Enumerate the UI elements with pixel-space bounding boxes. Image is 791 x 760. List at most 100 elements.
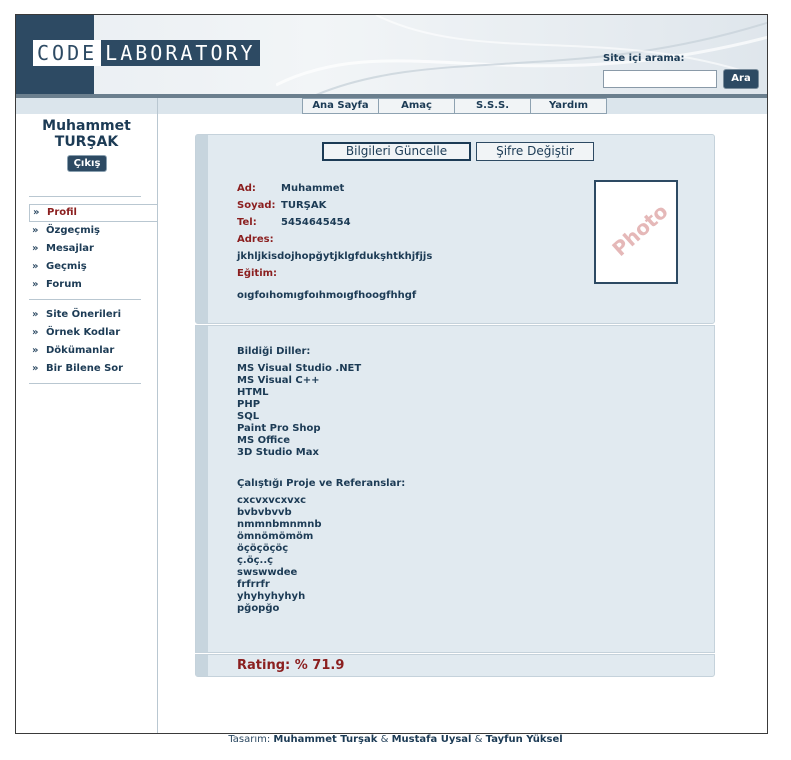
rating-panel: Rating: % 71.9 [195,654,715,677]
chevron-right-icon: » [32,309,39,320]
photo-placeholder-text: Photo [607,199,673,261]
skills-panel: Bildiği Diller: MS Visual Studio .NET MS… [195,325,715,653]
footer-author-2: Mustafa Uysal [391,734,472,745]
profile-photo[interactable]: Photo [594,180,678,284]
sidebar-item-ornek-kodlar[interactable]: » Örnek Kodlar [29,324,157,342]
projects-list: cxcvxvcxvxc bvbvbvvb nmmnbmnmnb ömnömömö… [237,495,321,615]
nav-yardim[interactable]: Yardım [530,98,607,114]
list-item: MS Visual Studio .NET [237,363,362,374]
sidebar-divider [29,383,141,384]
logo-code: CODE [33,40,102,66]
footer-amp-2: & [474,734,483,745]
languages-title: Bildiği Diller: [237,346,311,357]
panel-stripe [196,135,208,323]
adres-value: jkhljkisdojhopğytjklgfdukşhtkhjfjjs [237,251,433,262]
site-header: CODE LABORATORY Site içi arama: Ara [16,15,767,95]
page-frame: CODE LABORATORY Site içi arama: Ara Ana … [15,14,768,734]
sidebar-item-profil[interactable]: » Profil [29,204,157,222]
search-label: Site içi arama: [603,53,685,64]
nav-sss[interactable]: S.S.S. [454,98,531,114]
rating-value: Rating: % 71.9 [237,658,345,673]
projects-title: Çalıştığı Proje ve Referanslar: [237,478,406,489]
chevron-right-icon: » [33,207,40,218]
site-logo[interactable]: CODE LABORATORY [33,40,260,66]
field-adres-label: Adres: [237,230,274,245]
chevron-right-icon: » [32,279,39,290]
adres-label: Adres: [237,234,274,245]
list-item: swswwdee [237,567,298,578]
update-info-button[interactable]: Bilgileri Güncelle [322,142,471,161]
chevron-right-icon: » [32,225,39,236]
sidebar-item-label: Bir Bilene Sor [46,363,124,374]
egitim-label: Eğitim: [237,268,278,279]
nav-amac[interactable]: Amaç [378,98,455,114]
footer-prefix: Tasarım: [228,734,271,745]
sidebar-menu-main: » Profil » Özgeçmiş » Mesajlar » Geçmiş … [29,204,157,294]
nav-ana-sayfa[interactable]: Ana Sayfa [302,98,379,114]
sidebar: Muhammet TURŞAK Çıkış » Profil » Özgeçmi… [16,98,158,733]
list-item: PHP [237,399,261,410]
chevron-right-icon: » [32,243,39,254]
tel-value: 5454645454 [281,217,351,228]
sidebar-item-dokumanlar[interactable]: » Dökümanlar [29,342,157,360]
field-adres-value: jkhljkisdojhopğytjklgfdukşhtkhjfjjs [237,247,433,262]
soyad-value: TURŞAK [281,200,327,211]
sidebar-item-label: Mesajlar [46,243,94,254]
logo-laboratory: LABORATORY [101,40,260,66]
field-tel: Tel: 5454645454 [237,213,351,228]
logout-button[interactable]: Çıkış [67,155,107,172]
panel-stripe [196,326,208,652]
sidebar-divider [29,299,141,300]
sidebar-item-mesajlar[interactable]: » Mesajlar [29,240,157,258]
sidebar-item-forum[interactable]: » Forum [29,276,157,294]
list-item: pğopğo [237,603,280,614]
sidebar-menu-extra: » Site Önerileri » Örnek Kodlar » Döküma… [29,306,157,378]
sidebar-item-gecmis[interactable]: » Geçmiş [29,258,157,276]
sidebar-item-label: Geçmiş [46,261,87,272]
search-button[interactable]: Ara [723,69,759,89]
list-item: nmmnbmnmnb [237,519,322,530]
sidebar-item-label: Örnek Kodlar [46,327,121,338]
sidebar-item-bir-bilene-sor[interactable]: » Bir Bilene Sor [29,360,157,378]
field-ad: Ad: Muhammet [237,179,345,194]
egitim-value: oıgfoıhomıgfoıhmoıgfhoogfhhgf [237,290,417,301]
chevron-right-icon: » [32,345,39,356]
sidebar-item-label: Dökümanlar [46,345,115,356]
panel-stripe [196,655,208,676]
list-item: MS Visual C++ [237,375,320,386]
list-item: cxcvxvcxvxc [237,495,307,506]
user-last-name: TURŞAK [54,134,119,150]
sidebar-item-site-onerileri[interactable]: » Site Önerileri [29,306,157,324]
sidebar-item-ozgecmis[interactable]: » Özgeçmiş [29,222,157,240]
sidebar-divider [29,196,141,197]
change-password-button[interactable]: Şifre Değiştir [476,142,594,161]
profile-panel: Bilgileri Güncelle Şifre Değiştir Ad: Muh… [195,134,715,324]
list-item: Paint Pro Shop [237,423,321,434]
chevron-right-icon: » [32,261,39,272]
soyad-label: Soyad: [237,200,276,211]
user-name: Muhammet TURŞAK [16,118,157,150]
footer-amp-1: & [380,734,389,745]
ad-label: Ad: [237,183,256,194]
field-soyad: Soyad: TURŞAK [237,196,327,211]
sidebar-item-label: Profil [47,207,77,218]
tel-label: Tel: [237,217,257,228]
chevron-right-icon: » [32,363,39,374]
list-item: ç.öç..ç [237,555,274,566]
search-input[interactable] [603,70,717,88]
field-egitim-label: Eğitim: [237,264,278,279]
list-item: öçöçöçöç [237,543,289,554]
languages-list: MS Visual Studio .NET MS Visual C++ HTML… [237,363,361,459]
sidebar-item-label: Özgeçmiş [46,225,100,236]
list-item: bvbvbvvb [237,507,292,518]
list-item: yhyhyhyhyh [237,591,306,602]
list-item: frfrrfr [237,579,270,590]
top-nav: Ana Sayfa Amaç S.S.S. Yardım [302,98,607,114]
sidebar-item-label: Forum [46,279,82,290]
list-item: MS Office [237,435,290,446]
ad-value: Muhammet [281,183,345,194]
user-first-name: Muhammet [42,118,131,134]
footer-author-3: Tayfun Yüksel [485,734,563,745]
list-item: 3D Studio Max [237,447,319,458]
field-egitim-value: oıgfoıhomıgfoıhmoıgfhoogfhhgf [237,286,417,301]
